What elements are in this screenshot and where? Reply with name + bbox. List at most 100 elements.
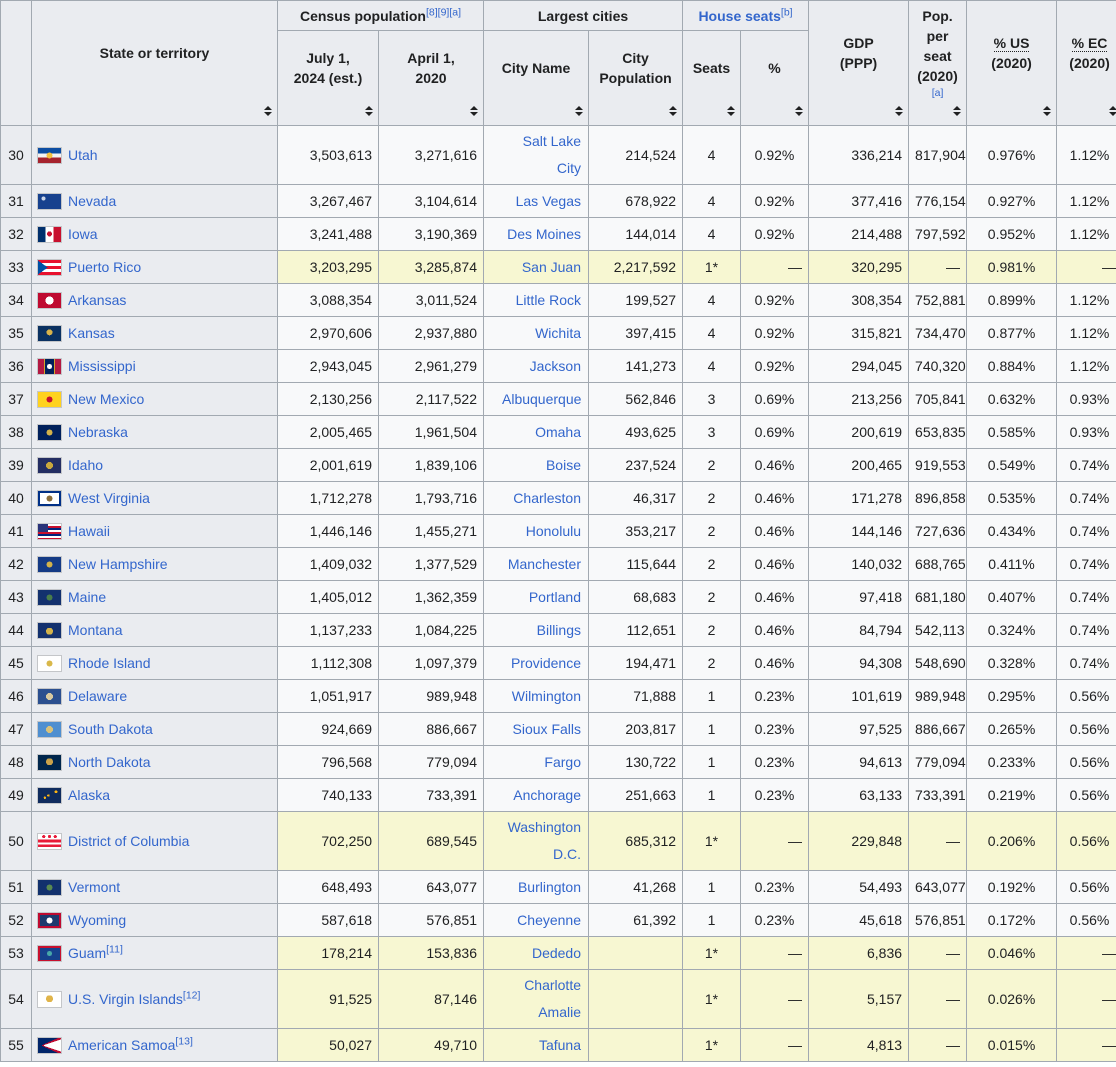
- city-link[interactable]: Washington D.C.: [508, 819, 581, 862]
- pop-per-seat-cell: 740,320: [908, 349, 968, 383]
- city-link[interactable]: Anchorage: [513, 787, 581, 803]
- rank-column-header: [0, 0, 32, 126]
- seats-percent-column-header[interactable]: %: [740, 30, 810, 126]
- city-link[interactable]: Dededo: [532, 945, 581, 961]
- city-link[interactable]: Salt Lake City: [523, 133, 581, 176]
- pop-per-seat-column-header[interactable]: Pop. per seat (2020) [a]: [908, 0, 968, 126]
- population-2020-cell: 689,545: [378, 811, 484, 871]
- census-reference-links[interactable]: [8][9][a]: [426, 6, 461, 18]
- city-link[interactable]: Burlington: [518, 879, 581, 895]
- percent-us-column-header[interactable]: % US (2020): [966, 0, 1058, 126]
- percent-us-cell: 0.328%: [966, 646, 1058, 680]
- city-link[interactable]: San Juan: [522, 259, 581, 275]
- july-2024-column-header[interactable]: July 1, 2024 (est.): [277, 30, 379, 126]
- state-link[interactable]: North Dakota: [68, 754, 150, 770]
- gdp-cell: 200,619: [808, 415, 910, 449]
- state-link[interactable]: Idaho: [68, 457, 103, 473]
- state-link[interactable]: Delaware: [68, 688, 127, 704]
- house-seats-reference-link[interactable]: [b]: [781, 6, 793, 18]
- city-link[interactable]: Omaha: [535, 424, 581, 440]
- city-population-column-header[interactable]: City Population: [587, 30, 684, 126]
- city-population-cell: 68,683: [587, 580, 684, 614]
- city-link[interactable]: Fargo: [544, 754, 581, 770]
- state-reference-link[interactable]: [11]: [106, 943, 123, 955]
- row-number: 33: [0, 250, 32, 284]
- state-reference-link[interactable]: [12]: [183, 989, 201, 1001]
- city-name-cell: Cheyenne: [483, 903, 589, 937]
- city-link[interactable]: Albuquerque: [502, 391, 581, 407]
- city-link[interactable]: Tafuna: [539, 1037, 581, 1053]
- percent-ec-cell: 1.12%: [1056, 283, 1116, 317]
- city-link[interactable]: Billings: [537, 622, 581, 638]
- table-row: 44 Montana 1,137,233 1,084,225 Billings …: [0, 613, 1116, 647]
- state-link[interactable]: Rhode Island: [68, 655, 151, 671]
- seats-cell: 4: [682, 283, 742, 317]
- city-link[interactable]: Des Moines: [507, 226, 581, 242]
- pop-per-seat-cell: 643,077: [908, 870, 968, 904]
- state-link[interactable]: Hawaii: [68, 523, 110, 539]
- city-link[interactable]: Charleston: [513, 490, 581, 506]
- state-link[interactable]: West Virginia: [68, 490, 150, 506]
- city-link[interactable]: Little Rock: [516, 292, 581, 308]
- population-2024-cell: 587,618: [277, 903, 379, 937]
- population-2020-cell: 1,455,271: [378, 514, 484, 548]
- city-link[interactable]: Charlotte Amalie: [524, 977, 581, 1020]
- percent-ec-cell: 0.93%: [1056, 415, 1116, 449]
- city-link[interactable]: Las Vegas: [516, 193, 581, 209]
- city-link[interactable]: Cheyenne: [517, 912, 581, 928]
- state-link[interactable]: New Hampshire: [68, 556, 168, 572]
- sort-icon: [263, 106, 272, 116]
- seats-column-header[interactable]: Seats: [682, 30, 742, 126]
- house-seats-link[interactable]: House seats: [698, 8, 780, 24]
- state-link[interactable]: Nevada: [68, 193, 116, 209]
- percent-ec-column-header[interactable]: % EC (2020): [1056, 0, 1116, 126]
- state-link[interactable]: Alaska: [68, 787, 110, 803]
- state-link[interactable]: Arkansas: [68, 292, 126, 308]
- city-link[interactable]: Providence: [511, 655, 581, 671]
- state-link[interactable]: Puerto Rico: [68, 259, 141, 275]
- table-row: 42 New Hampshire 1,409,032 1,377,529 Man…: [0, 547, 1116, 581]
- state-link[interactable]: Maine: [68, 589, 106, 605]
- state-link[interactable]: Utah: [68, 147, 98, 163]
- city-link[interactable]: Jackson: [530, 358, 581, 374]
- seats-percent-cell: 0.23%: [740, 712, 810, 746]
- state-link[interactable]: Iowa: [68, 226, 98, 242]
- population-2020-cell: 779,094: [378, 745, 484, 779]
- gdp-column-header[interactable]: GDP (PPP): [808, 0, 910, 126]
- state-link[interactable]: Kansas: [68, 325, 115, 341]
- percent-us-cell: 0.585%: [966, 415, 1058, 449]
- state-link[interactable]: American Samoa: [68, 1037, 175, 1053]
- city-link[interactable]: Manchester: [508, 556, 581, 572]
- city-name-column-header[interactable]: City Name: [483, 30, 589, 126]
- state-link[interactable]: Vermont: [68, 879, 120, 895]
- april-2020-column-header[interactable]: April 1, 2020: [378, 30, 484, 126]
- state-link[interactable]: Mississippi: [68, 358, 136, 374]
- state-column-header[interactable]: State or territory: [31, 0, 278, 126]
- state-flag-icon: [38, 260, 61, 275]
- seats-percent-cell: 0.23%: [740, 870, 810, 904]
- state-link[interactable]: New Mexico: [68, 391, 144, 407]
- city-link[interactable]: Honolulu: [526, 523, 581, 539]
- pop-per-seat-reference-link[interactable]: [a]: [913, 86, 962, 100]
- percent-us-cell: 0.411%: [966, 547, 1058, 581]
- city-link[interactable]: Wilmington: [512, 688, 581, 704]
- city-link[interactable]: Sioux Falls: [513, 721, 581, 737]
- state-reference-link[interactable]: [13]: [175, 1035, 193, 1047]
- population-2024-cell: 1,051,917: [277, 679, 379, 713]
- city-link[interactable]: Wichita: [535, 325, 581, 341]
- table-row: 36 Mississippi 2,943,045 2,961,279 Jacks…: [0, 349, 1116, 383]
- state-link[interactable]: South Dakota: [68, 721, 153, 737]
- state-link[interactable]: District of Columbia: [68, 833, 189, 849]
- state-link[interactable]: Guam: [68, 945, 106, 961]
- row-number: 47: [0, 712, 32, 746]
- population-2020-cell: 1,084,225: [378, 613, 484, 647]
- state-flag-icon: [38, 425, 61, 440]
- state-link[interactable]: Montana: [68, 622, 122, 638]
- seats-percent-cell: —: [740, 936, 810, 970]
- table-row: 51 Vermont 648,493 643,077 Burlington 41…: [0, 870, 1116, 904]
- city-link[interactable]: Portland: [529, 589, 581, 605]
- state-link[interactable]: Nebraska: [68, 424, 128, 440]
- state-link[interactable]: U.S. Virgin Islands: [68, 991, 183, 1007]
- state-link[interactable]: Wyoming: [68, 912, 126, 928]
- city-link[interactable]: Boise: [546, 457, 581, 473]
